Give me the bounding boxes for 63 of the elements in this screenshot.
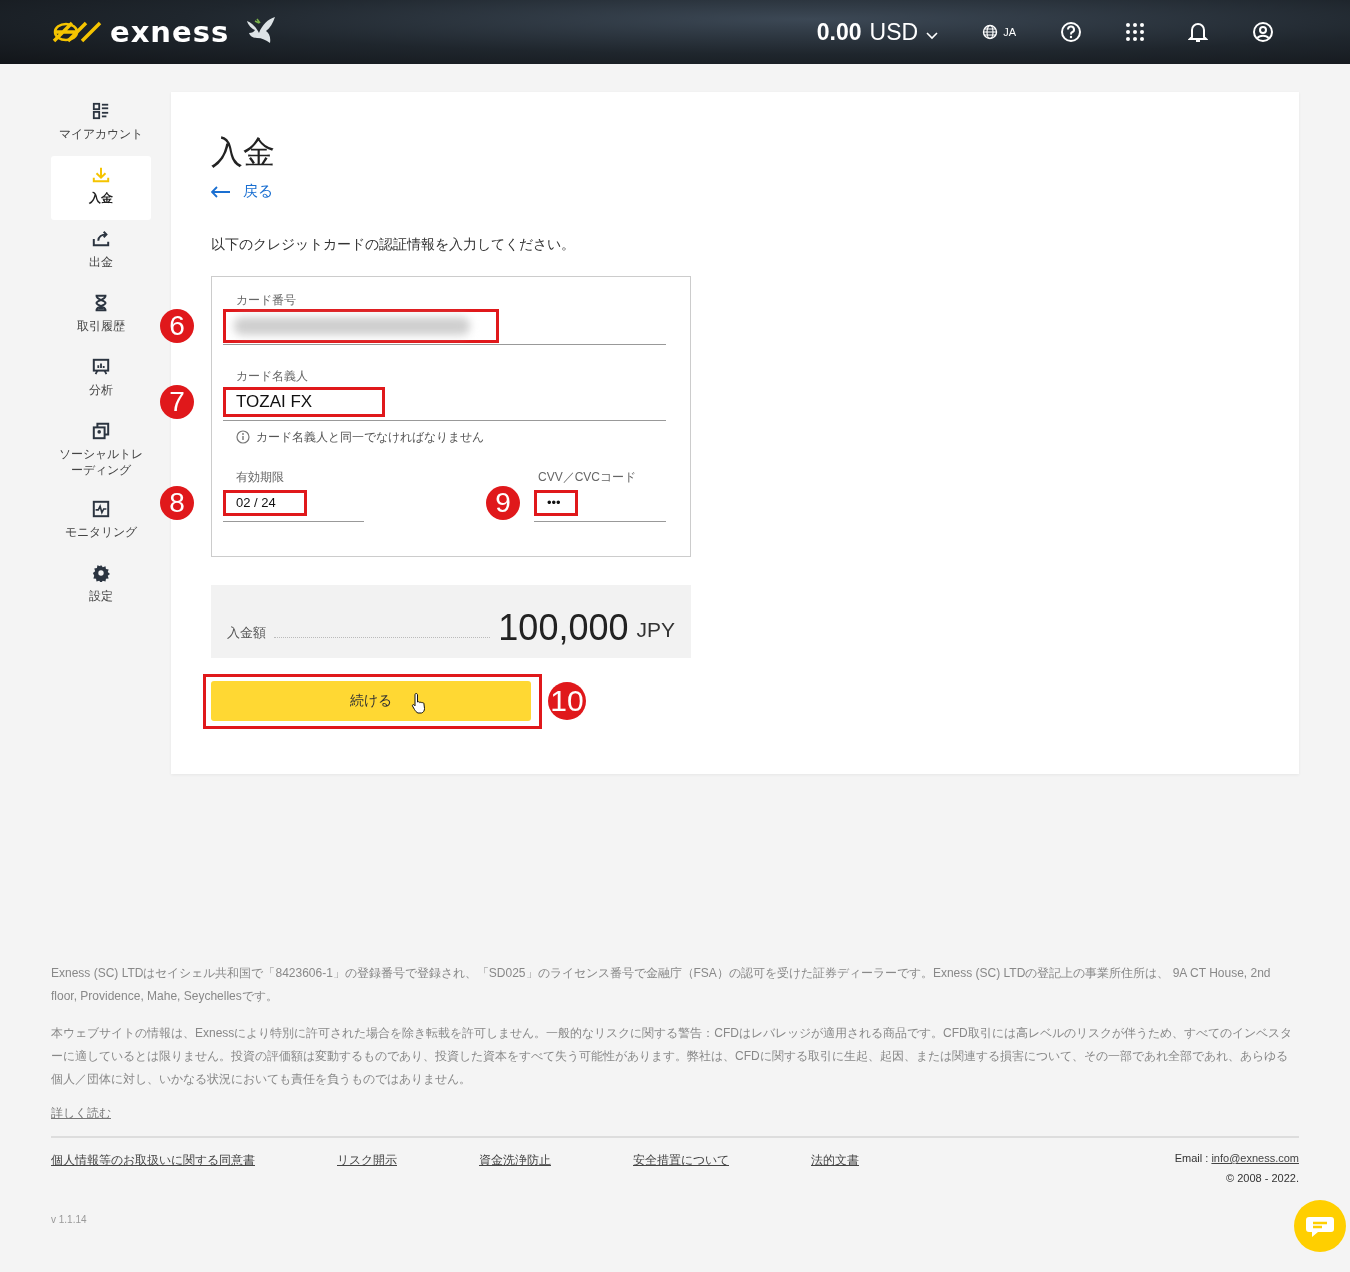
user-icon[interactable] — [1252, 21, 1274, 43]
footer-link[interactable]: 法的文書 — [811, 1152, 859, 1169]
annotation-number: 10 — [548, 682, 586, 720]
logo-mark-icon — [52, 21, 104, 43]
sidebar-item[interactable]: 取引履歴 — [51, 284, 151, 348]
sidebar-item[interactable]: モニタリング — [51, 490, 151, 554]
field-label: カード名義人 — [236, 367, 309, 385]
chevron-down-icon[interactable] — [926, 31, 939, 40]
download-icon — [92, 166, 110, 184]
sidebar-item[interactable]: ソーシャルトレーディング — [51, 412, 151, 490]
apps-icon[interactable] — [1126, 23, 1144, 41]
sidebar-item[interactable]: 設定 — [51, 554, 151, 618]
amount-label: 入金額 — [227, 623, 266, 642]
back-link[interactable]: 戻る — [211, 182, 273, 201]
read-more-link[interactable]: 詳しく読む — [51, 1106, 111, 1120]
pulse-icon — [92, 500, 110, 518]
instruction-text: 以下のクレジットカードの認証情報を入力してください。 — [211, 235, 576, 254]
input-field[interactable]: TOZAI FX — [223, 384, 666, 421]
upload-icon — [92, 230, 110, 248]
annotation-number: 8 — [160, 485, 194, 520]
settings-icon — [92, 564, 110, 582]
currency-label: JPY — [636, 617, 675, 642]
version-text: v 1.1.14 — [51, 1214, 88, 1225]
info-icon — [236, 430, 250, 444]
logo-text[interactable]: exness — [110, 15, 230, 49]
disclaimer-text: Exness (SC) LTDはセイシェル共和国で「8423606-1」の登録番号で登録され、「SD025」のライセンス番号で金融庁（FSA）の認可を受けた証券ディーラーです。Exness (SC) LTDの登記上の事業所住所は、 9A CT House, 2nd floor, Providence, Mahe, Seychellesです。 — [51, 965, 1272, 1005]
email-link[interactable]: info@exness.com — [1211, 1152, 1299, 1164]
sidebar-item[interactable]: 入金 — [51, 156, 151, 220]
field-label: 有効期限 — [236, 468, 285, 486]
continue-button[interactable]: 続ける — [211, 680, 531, 721]
sidebar-item[interactable]: マイアカウント — [51, 92, 151, 156]
grid-icon — [92, 102, 110, 120]
footer-link[interactable]: リスク開示 — [337, 1152, 397, 1169]
annotation-number: 9 — [486, 485, 520, 520]
field-hint: カード名義人と同一でなければなりません — [256, 428, 484, 446]
annotation-number: 7 — [160, 384, 194, 419]
copy-icon — [92, 422, 110, 440]
copyright-text: © 2008 - 2022. — [1226, 1172, 1299, 1184]
page-title: 入金 — [211, 133, 276, 172]
sidebar-item[interactable]: 分析 — [51, 348, 151, 412]
language-selector[interactable]: JA — [982, 24, 1016, 40]
input-field[interactable]: ••• — [534, 485, 666, 522]
hand-cursor-icon — [411, 691, 427, 714]
field-value: 02 / 24 — [236, 495, 276, 510]
help-icon[interactable] — [1060, 21, 1082, 43]
balance-selector[interactable]: 0.00 USD — [816, 18, 939, 46]
annotation-number: 6 — [160, 308, 194, 343]
input-field[interactable] — [223, 308, 666, 345]
disclaimer-text: 本ウェブサイトの情報は、Exnessにより特別に許可された場合を除き転載を許可しません。一般的なリスクに関する警告：CFDはレバレッジが適用される商品です。CFD取引には高レベルのリスクが伴うため、すべてのインベスターに適しているとは限りません。投資の評価額は変動するものであり、投資した資本をすべて失う可能性があります。弊社は、CFDに関する取引に生起、起因、または関連する損害について、その一部であれ全部であれ、あらゆる個人／団体に対し、いかなる状況においても責任を負うものではありません。 — [51, 1025, 1293, 1088]
field-value: TOZAI FX — [236, 391, 313, 412]
sidebar-item[interactable]: 出金 — [51, 220, 151, 284]
back-arrow-icon[interactable] — [211, 185, 231, 198]
field-label: CVV／CVCコード — [538, 468, 637, 486]
footer-link[interactable]: 資金洗浄防止 — [479, 1152, 551, 1169]
footer-link[interactable]: 個人情報等のお取扱いに関する同意書 — [51, 1152, 255, 1169]
amount-value: 100,000 — [498, 609, 629, 646]
footer-link[interactable]: 安全措置について — [633, 1152, 729, 1169]
field-value: ••• — [547, 495, 561, 510]
field-label: カード番号 — [236, 291, 297, 309]
input-field[interactable]: 02 / 24 — [223, 485, 364, 522]
bell-icon[interactable] — [1188, 21, 1208, 43]
email-label: Email : — [1174, 1152, 1209, 1164]
presentation-icon — [92, 358, 110, 376]
